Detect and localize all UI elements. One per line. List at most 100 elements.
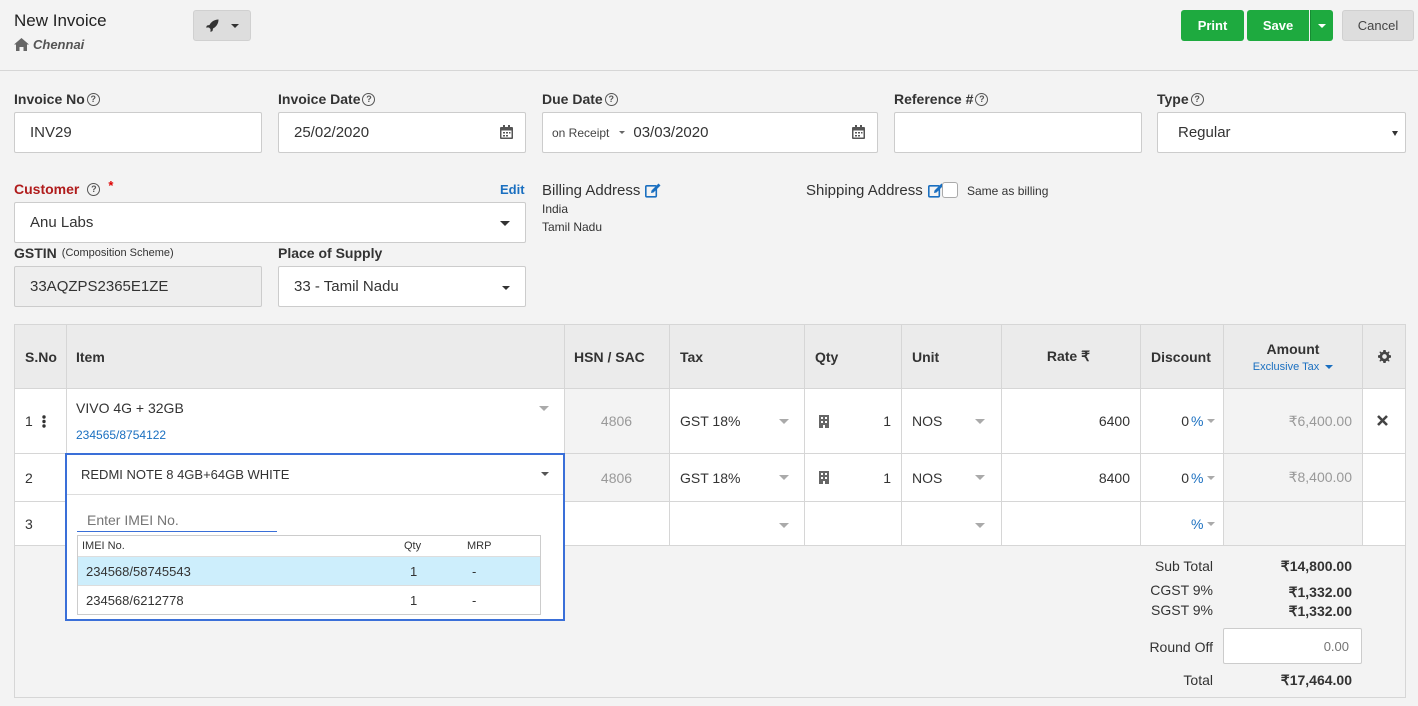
billing-address-label: Billing Address <box>542 182 661 199</box>
table-settings-button[interactable] <box>1363 325 1405 389</box>
column-divider <box>1001 325 1002 546</box>
chevron-down-icon[interactable] <box>975 523 985 528</box>
row-tax[interactable]: GST 18% <box>680 454 740 501</box>
billing-address-line2: Tamil Nadu <box>542 220 603 234</box>
customer-edit-link[interactable]: Edit <box>500 182 525 197</box>
invoice-date-field[interactable]: 25/02/2020 <box>278 112 526 153</box>
chevron-down-icon[interactable] <box>779 523 789 528</box>
save-button[interactable]: Save <box>1247 10 1309 41</box>
row-unit[interactable]: NOS <box>912 389 942 453</box>
reference-label: Reference #? <box>894 91 989 107</box>
delete-row-icon[interactable] <box>1377 415 1388 426</box>
sgst-value: ₹1,332.00 <box>1288 603 1352 619</box>
chevron-down-icon[interactable] <box>779 475 789 480</box>
save-options-button[interactable] <box>1310 10 1333 41</box>
chevron-down-icon <box>541 472 549 476</box>
imei-search-input[interactable] <box>77 509 277 532</box>
imei-option[interactable]: 234568/6212778 1 - <box>78 586 540 614</box>
column-divider <box>1362 325 1363 546</box>
due-date-label: Due Date? <box>542 91 618 107</box>
help-icon[interactable]: ? <box>87 182 101 196</box>
customer-select[interactable]: Anu Labs <box>14 202 526 243</box>
row-discount-type[interactable]: % <box>1191 454 1216 501</box>
print-button[interactable]: Print <box>1181 10 1244 41</box>
chevron-down-icon <box>1392 131 1398 136</box>
imei-option[interactable]: 234568/58745543 1 - <box>78 557 540 586</box>
gstin-field[interactable]: 33AQZPS2365E1ZE <box>14 266 262 307</box>
help-icon[interactable]: ? <box>86 92 100 106</box>
col-sno-header: S.No <box>15 325 66 389</box>
invoice-no-label: Invoice No? <box>14 91 100 107</box>
row-imei-link[interactable]: 234565/8754122 <box>76 428 166 442</box>
help-icon[interactable]: ? <box>604 92 618 106</box>
header-divider <box>0 70 1418 71</box>
chevron-down-icon[interactable] <box>779 419 789 424</box>
location-label: Chennai <box>14 37 84 52</box>
item-select[interactable]: REDMI NOTE 8 4GB+64GB WHITE <box>67 455 563 495</box>
chevron-down-icon <box>619 131 626 134</box>
row-item-name[interactable]: VIVO 4G + 32GB <box>76 400 184 416</box>
chevron-down-icon[interactable] <box>539 406 549 411</box>
column-divider <box>1140 325 1141 546</box>
due-date-field[interactable]: on Receipt 03/03/2020 <box>542 112 878 153</box>
col-tax-header: Tax <box>670 325 804 389</box>
row-tax[interactable]: GST 18% <box>680 389 740 453</box>
amount-tax-mode-select[interactable]: Exclusive Tax <box>1253 361 1334 373</box>
col-amount-header: Amount Exclusive Tax <box>1224 325 1362 389</box>
column-divider <box>901 325 902 546</box>
row-qty[interactable]: 1 <box>805 454 891 501</box>
required-mark: * <box>108 177 114 193</box>
due-term-select[interactable]: on Receipt <box>552 126 609 140</box>
sub-total-label: Sub Total <box>1154 558 1213 574</box>
same-as-billing-label: Same as billing <box>967 184 1049 198</box>
row-discount[interactable]: 0 <box>1141 389 1189 453</box>
gear-icon <box>1377 350 1391 363</box>
row-amount: ₹6,400.00 <box>1224 389 1362 453</box>
row-sno: 2 <box>25 469 33 486</box>
rocket-icon <box>205 19 219 32</box>
cancel-button[interactable]: Cancel <box>1342 10 1414 41</box>
type-select[interactable]: Regular <box>1157 112 1406 153</box>
help-icon[interactable]: ? <box>975 92 989 106</box>
sgst-label: SGST 9% <box>1151 602 1213 618</box>
reference-field[interactable] <box>894 112 1142 153</box>
place-of-supply-select[interactable]: 33 - Tamil Nadu <box>278 266 526 307</box>
row-rate[interactable]: 6400 <box>1002 389 1130 453</box>
col-qty-header: Qty <box>805 325 901 389</box>
chevron-down-icon[interactable] <box>975 419 985 424</box>
help-icon[interactable]: ? <box>362 92 376 106</box>
edit-icon[interactable] <box>645 183 661 198</box>
type-label: Type? <box>1157 91 1204 107</box>
col-unit-header: Unit <box>902 325 1001 389</box>
chevron-down-icon <box>1207 475 1216 480</box>
page-title: New Invoice <box>14 11 107 30</box>
chevron-down-icon[interactable] <box>975 475 985 480</box>
more-vertical-icon[interactable] <box>42 414 46 428</box>
row-hsn: 4806 <box>564 389 669 453</box>
col-item-header: Item <box>66 325 564 389</box>
row-rate[interactable]: 8400 <box>1002 454 1130 501</box>
round-off-input[interactable] <box>1223 628 1362 664</box>
row-sno: 1 <box>25 389 46 453</box>
row-amount: ₹8,400.00 <box>1224 454 1362 501</box>
col-discount-header: Discount <box>1141 325 1223 389</box>
row-discount[interactable]: 0 <box>1141 454 1189 501</box>
row-discount-type[interactable]: % <box>1191 389 1216 453</box>
row-qty[interactable]: 1 <box>805 389 891 453</box>
chevron-down-icon <box>230 23 239 28</box>
calendar-icon[interactable] <box>500 125 513 139</box>
calendar-icon[interactable] <box>852 125 865 139</box>
column-divider <box>1223 325 1224 546</box>
row-discount-type[interactable]: % <box>1191 502 1216 545</box>
gstin-label: GSTIN (Composition Scheme) <box>14 245 174 261</box>
home-icon <box>14 38 29 51</box>
row-hsn: 4806 <box>564 454 669 501</box>
row-unit[interactable]: NOS <box>912 454 942 501</box>
same-as-billing-checkbox[interactable] <box>942 182 958 198</box>
cgst-label: CGST 9% <box>1150 582 1213 598</box>
chevron-down-icon <box>502 286 510 290</box>
help-icon[interactable]: ? <box>1190 92 1204 106</box>
quick-actions-button[interactable] <box>193 10 251 41</box>
chevron-down-icon <box>1325 364 1334 369</box>
invoice-no-field[interactable]: INV29 <box>14 112 262 153</box>
